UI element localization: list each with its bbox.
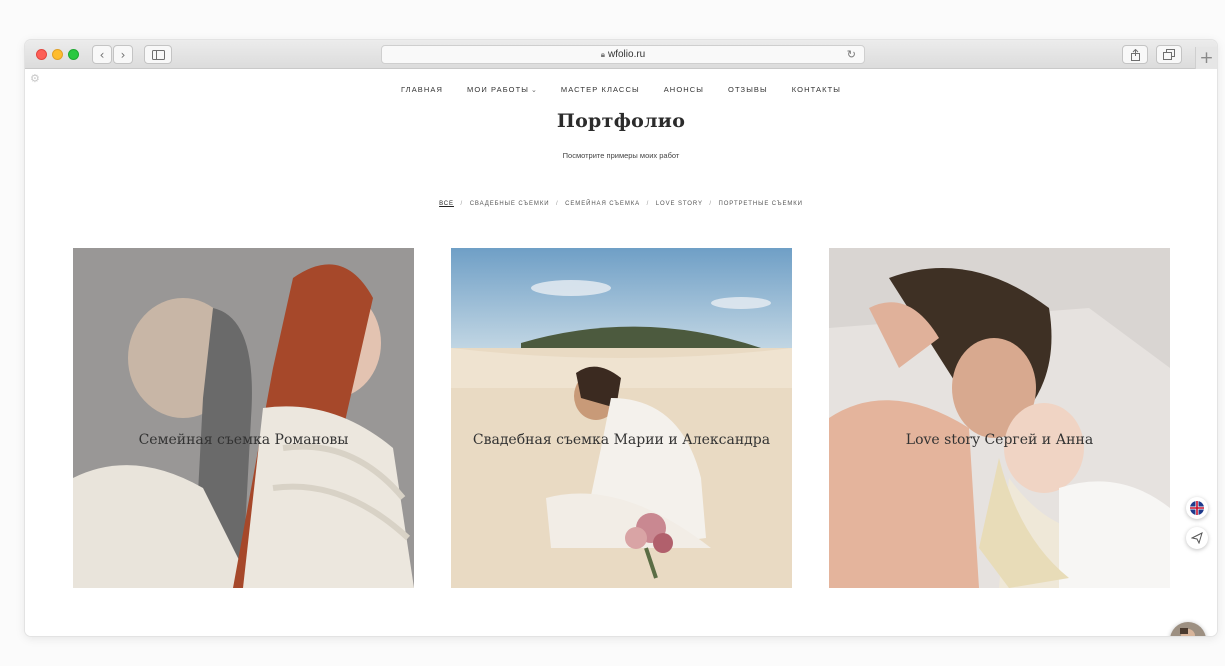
language-switch-button[interactable] [1186, 497, 1208, 519]
plus-icon: + [1199, 48, 1214, 68]
send-icon [1191, 532, 1203, 544]
minimize-window-button[interactable] [52, 49, 63, 60]
address-bar[interactable]: 🔒︎ wfolio.ru ↻ [381, 45, 865, 64]
nav-item-home[interactable]: ГЛАВНАЯ [401, 85, 443, 94]
telegram-button[interactable] [1186, 527, 1208, 549]
filter-separator: / [709, 201, 712, 207]
close-window-button[interactable] [36, 49, 47, 60]
nav-item-my-works-label: МОИ РАБОТЫ [467, 85, 529, 94]
portfolio-photo-family[interactable] [73, 248, 414, 588]
portfolio-filters: ВСЕ / СВАДЕБНЫЕ СЪЕМКИ / СЕМЕЙНАЯ СЪЕМКА… [25, 201, 1217, 207]
uk-flag-icon [1190, 501, 1204, 515]
card-caption[interactable]: Love story Сергей и Анна [829, 431, 1170, 449]
sidebar-icon [151, 49, 165, 60]
filter-love-story[interactable]: LOVE STORY [656, 201, 703, 207]
portfolio-card[interactable] [829, 248, 1170, 588]
portfolio-card[interactable] [73, 248, 414, 588]
gear-icon[interactable]: ⚙ [30, 72, 40, 85]
nav-item-master-classes[interactable]: МАСТЕР КЛАССЫ [561, 85, 640, 94]
nav-item-contacts[interactable]: КОНТАКТЫ [792, 85, 841, 94]
filter-portrait[interactable]: ПОРТРЕТНЫЕ СЪЕМКИ [719, 201, 803, 207]
back-button[interactable]: ‹ [92, 45, 112, 64]
web-page: ⚙ ГЛАВНАЯ МОИ РАБОТЫ ⌄ МАСТЕР КЛАССЫ АНОН… [25, 70, 1217, 636]
filter-separator: / [556, 201, 559, 207]
nav-item-my-works[interactable]: МОИ РАБОТЫ ⌄ [467, 85, 537, 94]
nav-item-announcements[interactable]: АНОНСЫ [664, 85, 704, 94]
page-background: ‹ › 🔒︎ wfolio.ru ↻ + ⚙ ГЛАВНАЯ МОИ РАБОТ… [0, 0, 1225, 666]
portfolio-photo-love-story[interactable] [829, 248, 1170, 588]
zoom-window-button[interactable] [68, 49, 79, 60]
filter-family[interactable]: СЕМЕЙНАЯ СЪЕМКА [565, 201, 640, 207]
new-tab-button[interactable]: + [1195, 47, 1217, 69]
filter-separator: / [646, 201, 650, 207]
browser-window: ‹ › 🔒︎ wfolio.ru ↻ + ⚙ ГЛАВНАЯ МОИ РАБОТ… [25, 40, 1217, 636]
share-icon [1130, 48, 1140, 61]
url-text: wfolio.ru [608, 49, 646, 60]
page-subtitle: Посмотрите примеры моих работ [562, 151, 680, 160]
nav-item-reviews[interactable]: ОТЗЫВЫ [728, 85, 768, 94]
card-caption[interactable]: Свадебная съемка Марии и Александра [451, 431, 792, 449]
share-button[interactable] [1122, 45, 1148, 64]
tabs-icon [1163, 49, 1175, 60]
reload-icon[interactable]: ↻ [847, 48, 856, 61]
portfolio-photo-wedding[interactable] [451, 248, 792, 588]
tabs-overview-button[interactable] [1156, 45, 1182, 64]
chevron-right-icon: › [120, 47, 126, 62]
main-nav: ГЛАВНАЯ МОИ РАБОТЫ ⌄ МАСТЕР КЛАССЫ АНОНСЫ… [25, 85, 1217, 94]
chevron-down-icon: ⌄ [531, 86, 537, 94]
portfolio-card[interactable] [451, 248, 792, 588]
lock-icon: 🔒︎ [600, 49, 605, 59]
chevron-left-icon: ‹ [99, 47, 105, 62]
filter-wedding[interactable]: СВАДЕБНЫЕ СЪЕМКИ [470, 201, 550, 207]
filter-all[interactable]: ВСЕ [439, 201, 454, 207]
forward-button[interactable]: › [113, 45, 133, 64]
avatar[interactable] [1170, 622, 1206, 636]
card-caption[interactable]: Семейная съемка Романовы [73, 431, 414, 449]
page-title: Портфолио [556, 110, 686, 132]
sidebar-button[interactable] [144, 45, 172, 64]
browser-toolbar: ‹ › 🔒︎ wfolio.ru ↻ + [25, 40, 1217, 69]
filter-separator: / [460, 201, 464, 207]
